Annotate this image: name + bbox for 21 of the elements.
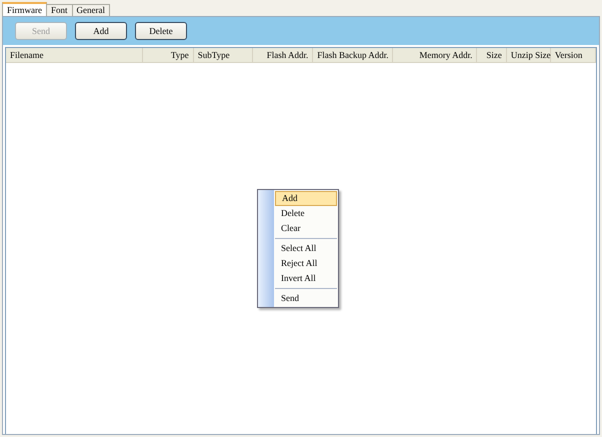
column-header[interactable]: Memory Addr. <box>393 48 478 62</box>
column-header[interactable]: Flash Backup Addr. <box>313 48 394 62</box>
menu-item[interactable]: Select All <box>275 241 337 256</box>
menu-item[interactable]: Reject All <box>275 256 337 271</box>
column-header[interactable]: Version <box>550 48 596 62</box>
column-header[interactable]: Flash Addr. <box>252 48 314 62</box>
tab[interactable]: Font <box>46 4 73 16</box>
column-header[interactable]: SubType <box>194 48 253 62</box>
toolbar-button[interactable]: Delete <box>135 22 187 40</box>
column-header[interactable]: Filename <box>6 48 143 62</box>
menu-item[interactable]: Clear <box>275 221 337 236</box>
column-header[interactable]: Type <box>142 48 194 62</box>
column-header[interactable]: Size <box>477 48 507 62</box>
tab[interactable]: Firmware <box>2 2 47 16</box>
column-header[interactable]: Unzip Size <box>506 48 551 62</box>
menu-item[interactable]: Add <box>275 191 337 206</box>
menu-item[interactable]: Send <box>275 291 337 306</box>
menu-item[interactable]: Invert All <box>275 271 337 286</box>
tab[interactable]: General <box>72 4 110 16</box>
toolbar-button[interactable]: Add <box>75 22 127 40</box>
menu-item[interactable]: Delete <box>275 206 337 221</box>
